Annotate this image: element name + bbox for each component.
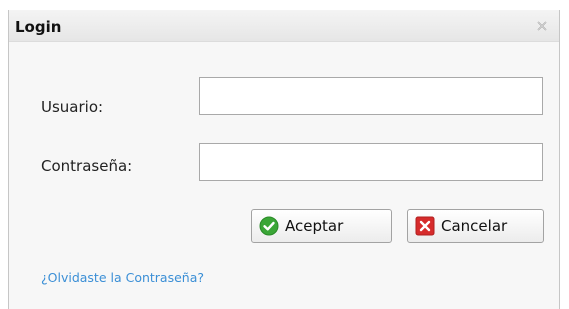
- accept-button[interactable]: Aceptar: [251, 209, 392, 243]
- cancel-button[interactable]: Cancelar: [407, 209, 544, 243]
- password-label: Contraseña:: [41, 157, 133, 175]
- accept-label: Aceptar: [285, 217, 344, 235]
- forgot-password-link[interactable]: ¿Olvidaste la Contraseña?: [41, 270, 204, 285]
- cancel-label: Cancelar: [441, 217, 508, 235]
- password-input[interactable]: [199, 143, 543, 181]
- username-input[interactable]: [199, 77, 543, 115]
- username-label: Usuario:: [41, 98, 104, 116]
- check-circle-icon: [259, 216, 279, 236]
- close-icon[interactable]: [536, 20, 548, 32]
- dialog-title: Login: [15, 18, 62, 36]
- x-square-icon: [415, 216, 435, 236]
- dialog-titlebar[interactable]: Login: [9, 10, 559, 42]
- login-dialog: Login Usuario: Contraseña: Aceptar Cance…: [8, 10, 560, 309]
